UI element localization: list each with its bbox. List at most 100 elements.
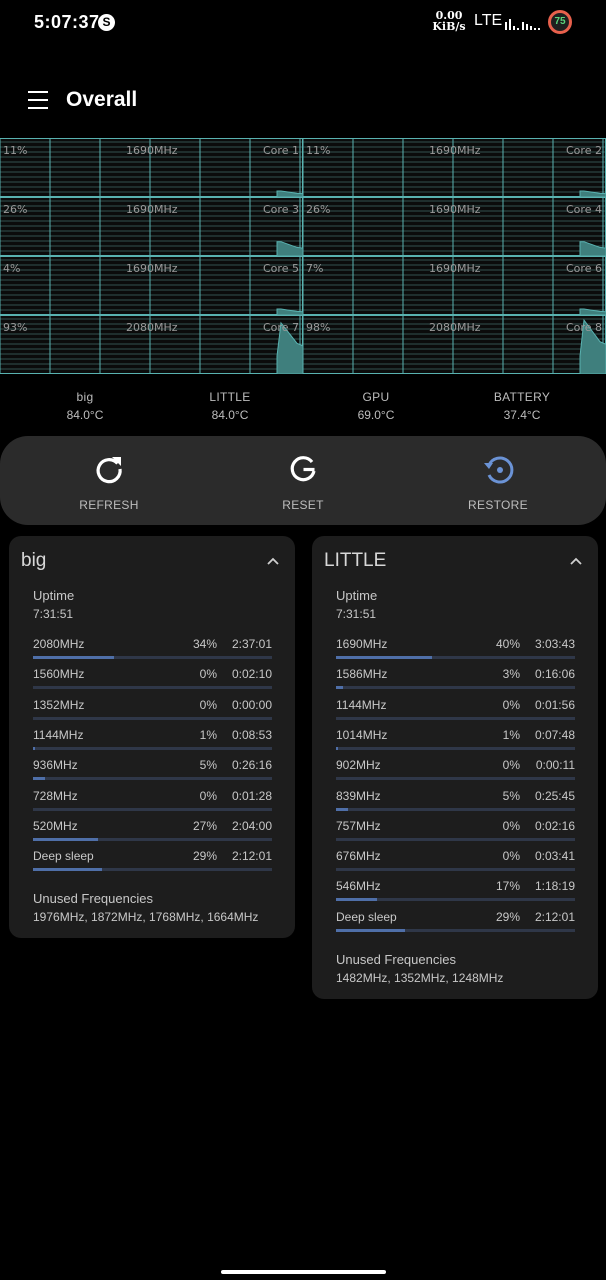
core-name-label: Core 3 — [263, 203, 299, 216]
temp-value: 37.4°C — [503, 408, 541, 422]
core-freq-label: 1690MHz — [126, 144, 178, 157]
frequency-time: 2:12:01 — [231, 849, 272, 864]
reset-button[interactable]: RESET — [233, 436, 373, 525]
frequency-progress-fill — [33, 777, 45, 781]
frequency-row: 546MHz 17% 1:18:19 — [336, 879, 575, 909]
chevron-up-icon[interactable] — [267, 556, 279, 566]
frequency-time: 3:03:43 — [534, 637, 575, 651]
core-load-label: 98% — [306, 321, 331, 334]
frequency-percent: 40% — [495, 637, 520, 651]
restore-button[interactable]: RESTORE — [428, 436, 568, 525]
restore-label: RESTORE — [468, 498, 528, 512]
temp-label: LITTLE — [209, 390, 251, 404]
core-name-label: Core 1 — [263, 144, 299, 157]
temp-value: 69.0°C — [357, 408, 395, 422]
frequency-name: 757MHz — [336, 818, 381, 833]
uptime-label: Uptime — [33, 588, 75, 603]
refresh-label: REFRESH — [79, 498, 139, 512]
refresh-button[interactable]: REFRESH — [39, 436, 179, 525]
frequency-row: 1560MHz 0% 0:02:10 — [33, 667, 272, 697]
cluster-card-big: big Uptime 7:31:51 2080MHz 34% 2:37:01 1560… — [9, 536, 295, 938]
core-graph-5: 4% 1690MHz Core 5 — [0, 256, 303, 315]
frequency-progress-track — [33, 837, 272, 841]
page-title: Overall — [66, 88, 138, 111]
temperature-row: big 84.0°C LITTLE 84.0°C GPU 69.0°C BATT… — [0, 390, 606, 426]
frequency-progress-track — [336, 746, 575, 750]
core-load-label: 26% — [3, 203, 28, 216]
frequency-percent: 0% — [502, 697, 520, 712]
core-load-label: 11% — [3, 144, 28, 157]
core-name-label: Core 8 — [566, 321, 602, 334]
core-load-label: 7% — [306, 262, 324, 275]
signal-strength-icon — [505, 19, 540, 30]
frequency-progress-track — [33, 656, 272, 659]
frequency-row: 1144MHz 0% 0:01:56 — [336, 698, 575, 728]
frequency-row: 839MHz 5% 0:25:45 — [336, 789, 575, 819]
frequency-percent: 3% — [502, 667, 520, 682]
core-graph-1: 11% 1690MHz Core 1 — [0, 138, 303, 197]
network-type: LTE — [474, 12, 503, 29]
frequency-time: 2:37:01 — [231, 637, 272, 651]
frequency-row: 728MHz 0% 0:01:28 — [33, 789, 272, 819]
frequency-name: 1690MHz — [336, 637, 388, 651]
core-load-label: 11% — [306, 144, 331, 157]
frequency-percent: 5% — [502, 788, 520, 803]
core-graph-4: 26% 1690MHz Core 4 — [303, 197, 606, 256]
frequency-name: 520MHz — [33, 818, 78, 833]
frequency-name: 728MHz — [33, 788, 78, 803]
frequency-time: 0:01:56 — [534, 697, 575, 712]
frequency-percent: 5% — [199, 758, 217, 773]
frequency-row: Deep sleep 29% 2:12:01 — [33, 849, 272, 879]
frequency-progress-fill — [336, 686, 344, 690]
frequency-percent: 0% — [502, 818, 520, 833]
frequency-percent: 0% — [502, 849, 520, 864]
frequency-progress-fill — [33, 656, 115, 659]
frequency-time: 0:02:10 — [231, 667, 272, 682]
frequency-time: 0:26:16 — [231, 758, 272, 773]
frequency-row: 902MHz 0% 0:00:11 — [336, 758, 575, 788]
frequency-progress-fill — [336, 928, 406, 932]
frequency-progress-fill — [336, 656, 432, 659]
frequency-row: 1014MHz 1% 0:07:48 — [336, 728, 575, 758]
temp-value: 84.0°C — [211, 408, 249, 422]
uptime-value: 7:31:51 — [336, 607, 377, 621]
uptime-label: Uptime — [336, 588, 378, 603]
reset-label: RESET — [282, 498, 324, 512]
core-freq-label: 1690MHz — [429, 203, 481, 216]
frequency-time: 0:07:48 — [534, 727, 575, 742]
frequency-row: 757MHz 0% 0:02:16 — [336, 819, 575, 849]
frequency-name: 839MHz — [336, 788, 381, 803]
cluster-card-little: LITTLE Uptime 7:31:51 1690MHz 40% 3:03:43 1… — [312, 536, 598, 999]
home-indicator[interactable] — [221, 1270, 386, 1274]
core-graph-7: 93% 2080MHz Core 7 — [0, 315, 303, 374]
frequency-progress-fill — [33, 746, 36, 750]
temp-big: big 84.0°C — [15, 390, 155, 422]
frequency-progress-fill — [336, 898, 377, 902]
frequency-time: 1:18:19 — [534, 879, 575, 894]
core-load-area — [579, 241, 606, 256]
unused-frequencies-value: 1482MHz, 1352MHz, 1248MHz — [336, 971, 504, 985]
restore-icon — [484, 456, 514, 484]
temp-battery: BATTERY 37.4°C — [452, 390, 592, 422]
frequency-percent: 0% — [502, 758, 520, 773]
frequency-progress-track — [336, 868, 575, 872]
frequency-row: 520MHz 27% 2:04:00 — [33, 819, 272, 849]
core-freq-label: 2080MHz — [429, 321, 481, 334]
frequency-time: 2:04:00 — [231, 818, 272, 833]
battery-icon: 75 — [548, 10, 572, 34]
unused-frequencies-value: 1976MHz, 1872MHz, 1768MHz, 1664MHz — [33, 910, 259, 924]
core-name-label: Core 2 — [566, 144, 602, 157]
core-graph-8: 98% 2080MHz Core 8 — [303, 315, 606, 374]
frequency-progress-track — [336, 656, 575, 659]
hamburger-menu-icon[interactable] — [28, 91, 48, 109]
temp-gpu: GPU 69.0°C — [306, 390, 446, 422]
frequency-time: 0:03:41 — [534, 849, 575, 864]
frequency-row: 1690MHz 40% 3:03:43 — [336, 637, 575, 667]
chevron-up-icon[interactable] — [570, 556, 582, 566]
temp-label: GPU — [362, 390, 390, 404]
frequency-progress-fill — [33, 837, 98, 841]
refresh-icon — [96, 457, 122, 484]
frequency-name: 1352MHz — [33, 697, 85, 712]
frequency-time: 0:25:45 — [534, 788, 575, 803]
unused-frequencies-label: Unused Frequencies — [336, 952, 456, 967]
